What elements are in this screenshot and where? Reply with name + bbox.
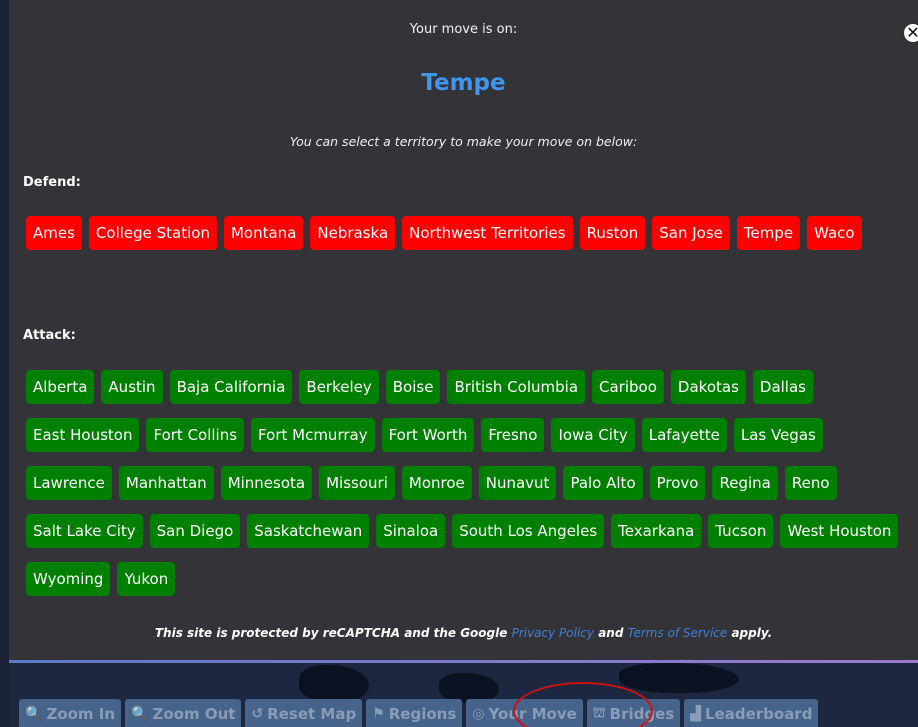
reset-icon: ↺	[251, 706, 264, 722]
bridge-icon: ⛫	[592, 705, 606, 721]
your-move-button[interactable]: ◎ Your Move	[466, 699, 583, 727]
zoom-out-icon: 🔍	[131, 706, 149, 722]
attack-territory-cariboo[interactable]: Cariboo	[592, 370, 664, 404]
zoom-in-button[interactable]: 🔍 Zoom In	[19, 699, 122, 727]
reset-map-button-label: Reset Map	[267, 705, 357, 723]
attack-territory-minnesota[interactable]: Minnesota	[220, 466, 313, 500]
attack-territory-provo[interactable]: Provo	[649, 466, 706, 500]
attack-territory-list: Alberta Austin Baja California Berkeley Bois…	[26, 370, 906, 596]
defend-territory-san-jose[interactable]: San Jose	[652, 216, 730, 250]
attack-territory-boise[interactable]: Boise	[385, 370, 441, 404]
defend-territory-waco[interactable]: Waco	[807, 216, 862, 250]
attack-territory-las-vegas[interactable]: Las Vegas	[733, 418, 823, 452]
zoom-out-button[interactable]: 🔍 Zoom Out	[125, 699, 242, 727]
privacy-policy-link[interactable]: Privacy Policy	[512, 626, 594, 640]
recaptcha-notice: This site is protected by reCAPTCHA and …	[9, 626, 918, 640]
attack-territory-missouri[interactable]: Missouri	[319, 466, 395, 500]
attack-territory-baja-california[interactable]: Baja California	[169, 370, 293, 404]
defend-territory-tempe[interactable]: Tempe	[736, 216, 801, 250]
reset-map-button[interactable]: ↺ Reset Map	[245, 699, 363, 727]
leaderboard-button[interactable]: ▟ Leaderboard	[684, 699, 819, 727]
defend-territory-ruston[interactable]: Ruston	[579, 216, 646, 250]
attack-territory-east-houston[interactable]: East Houston	[26, 418, 140, 452]
bridges-button[interactable]: ⛫ Bridges	[586, 699, 681, 727]
zoom-in-icon: 🔍	[25, 706, 43, 722]
attack-territory-texarkana[interactable]: Texarkana	[611, 514, 702, 548]
attack-territory-san-diego[interactable]: San Diego	[149, 514, 241, 548]
attack-territory-austin[interactable]: Austin	[101, 370, 163, 404]
attack-territory-fresno[interactable]: Fresno	[481, 418, 545, 452]
map-toolbar: 🔍 Zoom In 🔍 Zoom Out ↺ Reset Map ⚑ Regions ◎ Your…	[9, 699, 918, 727]
attack-territory-tucson[interactable]: Tucson	[708, 514, 774, 548]
attack-territory-fort-worth[interactable]: Fort Worth	[381, 418, 475, 452]
regions-button[interactable]: ⚑ Regions	[366, 699, 463, 727]
attack-territory-berkeley[interactable]: Berkeley	[299, 370, 379, 404]
attack-territory-monroe[interactable]: Monroe	[401, 466, 472, 500]
attack-territory-west-houston[interactable]: West Houston	[780, 514, 899, 548]
defend-territory-northwest-territories[interactable]: Northwest Territories	[402, 216, 573, 250]
bridges-button-label: Bridges	[609, 705, 675, 723]
defend-territory-list: Ames College Station Montana Nebraska Northw…	[26, 216, 906, 250]
attack-territory-manhattan[interactable]: Manhattan	[118, 466, 214, 500]
zoom-out-button-label: Zoom Out	[152, 705, 236, 723]
recaptcha-suffix: apply.	[731, 626, 773, 640]
defend-territory-college-station[interactable]: College Station	[88, 216, 217, 250]
attack-territory-fort-mcmurray[interactable]: Fort Mcmurray	[251, 418, 375, 452]
terms-of-service-link[interactable]: Terms of Service	[628, 626, 728, 640]
defend-territory-nebraska[interactable]: Nebraska	[310, 216, 396, 250]
your-move-modal: ✕ Your move is on: Tempe You can select …	[9, 0, 918, 660]
attack-territory-palo-alto[interactable]: Palo Alto	[563, 466, 643, 500]
move-target-territory: Tempe	[421, 70, 506, 96]
defend-heading: Defend:	[23, 175, 81, 190]
attack-territory-alberta[interactable]: Alberta	[26, 370, 95, 404]
attack-territory-wyoming[interactable]: Wyoming	[26, 562, 111, 596]
attack-territory-dallas[interactable]: Dallas	[752, 370, 813, 404]
attack-heading: Attack:	[23, 328, 76, 343]
leaderboard-button-label: Leaderboard	[704, 705, 813, 723]
attack-territory-dakotas[interactable]: Dakotas	[670, 370, 746, 404]
instructions-text: You can select a territory to make your …	[289, 134, 638, 149]
attack-territory-south-los-angeles[interactable]: South Los Angeles	[452, 514, 605, 548]
defend-territory-montana[interactable]: Montana	[223, 216, 304, 250]
recaptcha-and: and	[598, 626, 624, 640]
attack-territory-lafayette[interactable]: Lafayette	[641, 418, 727, 452]
target-icon: ◎	[472, 706, 485, 722]
zoom-in-button-label: Zoom In	[46, 705, 116, 723]
map-landmass	[299, 665, 369, 703]
your-move-button-label: Your Move	[488, 705, 577, 723]
move-label: Your move is on:	[409, 22, 518, 37]
attack-territory-british-columbia[interactable]: British Columbia	[447, 370, 586, 404]
attack-territory-saskatchewan[interactable]: Saskatchewan	[247, 514, 370, 548]
map-landmass	[619, 663, 739, 693]
flag-icon: ⚑	[372, 706, 385, 722]
attack-territory-nunavut[interactable]: Nunavut	[478, 466, 557, 500]
leaderboard-icon: ▟	[690, 706, 701, 722]
attack-territory-salt-lake-city[interactable]: Salt Lake City	[26, 514, 143, 548]
attack-territory-lawrence[interactable]: Lawrence	[26, 466, 112, 500]
attack-territory-iowa-city[interactable]: Iowa City	[551, 418, 635, 452]
attack-territory-fort-collins[interactable]: Fort Collins	[146, 418, 245, 452]
attack-territory-sinaloa[interactable]: Sinaloa	[376, 514, 446, 548]
defend-territory-ames[interactable]: Ames	[26, 216, 82, 250]
regions-button-label: Regions	[388, 705, 457, 723]
attack-territory-regina[interactable]: Regina	[712, 466, 778, 500]
attack-territory-reno[interactable]: Reno	[784, 466, 837, 500]
attack-territory-yukon[interactable]: Yukon	[117, 562, 176, 596]
recaptcha-prefix: This site is protected by reCAPTCHA and …	[154, 626, 508, 640]
